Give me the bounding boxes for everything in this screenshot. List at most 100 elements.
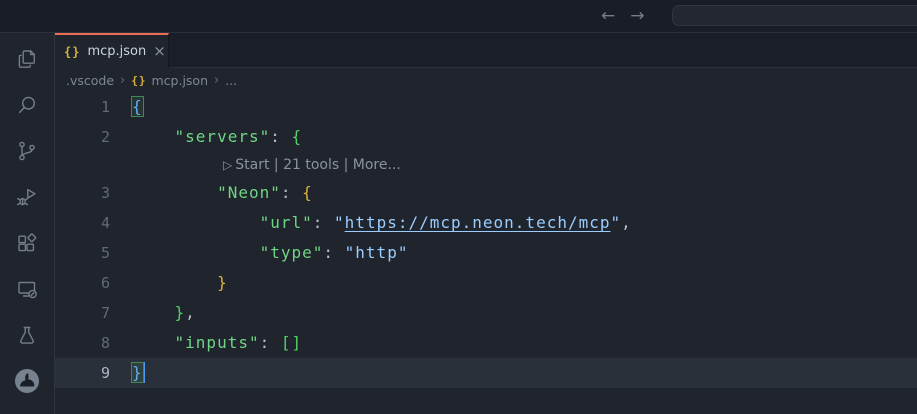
files-icon <box>15 47 39 71</box>
line-number: 5 <box>55 238 110 268</box>
code-token: } <box>175 303 186 322</box>
line-number: 1 <box>55 92 110 122</box>
line-number: 8 <box>55 328 110 358</box>
breadcrumb-item-symbol[interactable]: ... <box>225 73 237 88</box>
forward-button[interactable]: → <box>630 8 644 25</box>
line-number: 3 <box>55 178 110 208</box>
code-token <box>132 243 260 262</box>
code-text: "type": "http" <box>132 238 408 268</box>
code-token <box>132 213 260 232</box>
code-text: { <box>132 92 143 122</box>
tab-mcp-json[interactable]: {} mcp.json × <box>55 33 169 68</box>
codelens-separator: | <box>269 157 283 173</box>
code-line-6[interactable]: 6 } <box>55 268 917 298</box>
codelens-separator: | <box>339 157 353 173</box>
activitybar-item-testing[interactable] <box>0 312 54 358</box>
code-editor[interactable]: 1{2 "servers": {▷Start | 21 tools | More… <box>55 92 917 388</box>
coderabbit-icon <box>13 367 41 395</box>
editor-group: {} mcp.json × .vscode › {} mcp.json › ..… <box>55 33 917 414</box>
code-token <box>132 273 217 292</box>
code-token: "url" <box>260 213 313 232</box>
activitybar-item-remote-explorer[interactable] <box>0 266 54 312</box>
close-tab-icon[interactable]: × <box>153 44 166 59</box>
code-text: } <box>132 358 145 388</box>
code-token: "inputs" <box>175 333 260 352</box>
code-text: } <box>132 268 228 298</box>
code-token <box>132 333 175 352</box>
tab-bar-empty-space <box>169 33 917 68</box>
run-debug-icon <box>15 185 39 209</box>
text-cursor <box>143 362 145 383</box>
code-token: { <box>302 183 313 202</box>
code-line-3[interactable]: 3 "Neon": { <box>55 178 917 208</box>
code-line-9[interactable]: 9} <box>55 358 917 388</box>
activitybar-item-explorer[interactable] <box>0 36 54 82</box>
activitybar-item-run-and-debug[interactable] <box>0 174 54 220</box>
chevron-separator-icon: › <box>120 73 125 88</box>
code-token <box>132 127 175 146</box>
code-line-4[interactable]: 4 "url": "https://mcp.neon.tech/mcp", <box>55 208 917 238</box>
source-control-icon <box>15 139 39 163</box>
search-icon <box>15 93 39 117</box>
line-number: 2 <box>55 122 110 152</box>
json-file-icon: {} <box>64 45 80 59</box>
play-icon: ▷ <box>223 158 232 172</box>
activitybar-item-source-control[interactable] <box>0 128 54 174</box>
chevron-separator-icon: › <box>214 73 219 88</box>
breadcrumb-item-mcp-json[interactable]: {} mcp.json <box>131 73 208 88</box>
activitybar-item-coderabbit[interactable] <box>0 358 54 404</box>
code-token: , <box>621 213 632 232</box>
code-line-8[interactable]: 8 "inputs": [] <box>55 328 917 358</box>
activity-bar <box>0 33 55 414</box>
code-token: , <box>185 303 196 322</box>
breadcrumb-item-vscode[interactable]: .vscode <box>66 73 114 88</box>
code-token <box>132 183 217 202</box>
line-number: 6 <box>55 268 110 298</box>
code-token: [] <box>281 333 302 352</box>
tab-label: mcp.json <box>87 44 146 59</box>
back-button[interactable]: ← <box>601 8 615 25</box>
line-number: 9 <box>55 358 110 388</box>
line-number: 7 <box>55 298 110 328</box>
command-center-search[interactable] <box>672 5 917 26</box>
code-token: " <box>611 213 622 232</box>
code-text: "url": "https://mcp.neon.tech/mcp", <box>132 208 632 238</box>
code-token: { <box>292 127 303 146</box>
code-token: : <box>260 333 281 352</box>
title-bar: ← → <box>0 0 917 33</box>
breadcrumb-label: mcp.json <box>151 73 208 88</box>
url-link[interactable]: https://mcp.neon.tech/mcp <box>345 213 611 232</box>
code-token: "servers" <box>175 127 271 146</box>
code-text: "inputs": [] <box>132 328 302 358</box>
activitybar-item-search[interactable] <box>0 82 54 128</box>
code-token: : <box>281 183 302 202</box>
line-number: 4 <box>55 208 110 238</box>
beaker-icon <box>15 323 39 347</box>
breadcrumb: .vscode › {} mcp.json › ... <box>55 68 917 92</box>
code-line-5[interactable]: 5 "type": "http" <box>55 238 917 268</box>
code-line-1[interactable]: 1{ <box>55 92 917 122</box>
code-line-7[interactable]: 7 }, <box>55 298 917 328</box>
matched-bracket: { <box>132 97 143 116</box>
activitybar-item-extensions[interactable] <box>0 220 54 266</box>
remote-explorer-icon <box>15 277 39 301</box>
codelens: ▷Start | 21 tools | More... <box>55 152 917 178</box>
history-navigation: ← → <box>601 0 645 32</box>
json-file-icon: {} <box>131 74 146 87</box>
code-text: "Neon": { <box>132 178 313 208</box>
code-token: : <box>313 213 334 232</box>
matched-bracket: } <box>132 363 143 382</box>
code-token: " <box>334 213 345 232</box>
extensions-icon <box>15 231 39 255</box>
code-line-2[interactable]: 2 "servers": { <box>55 122 917 152</box>
code-token: "type" <box>260 243 324 262</box>
codelens-action[interactable]: More... <box>353 157 401 173</box>
code-token <box>132 303 175 322</box>
codelens-action[interactable]: Start <box>235 157 269 173</box>
code-token: "http" <box>345 243 409 262</box>
code-text: "servers": { <box>132 122 302 152</box>
code-token: : <box>323 243 344 262</box>
code-token: } <box>217 273 228 292</box>
workbench: {} mcp.json × .vscode › {} mcp.json › ..… <box>0 33 917 414</box>
codelens-action[interactable]: 21 tools <box>283 157 339 173</box>
